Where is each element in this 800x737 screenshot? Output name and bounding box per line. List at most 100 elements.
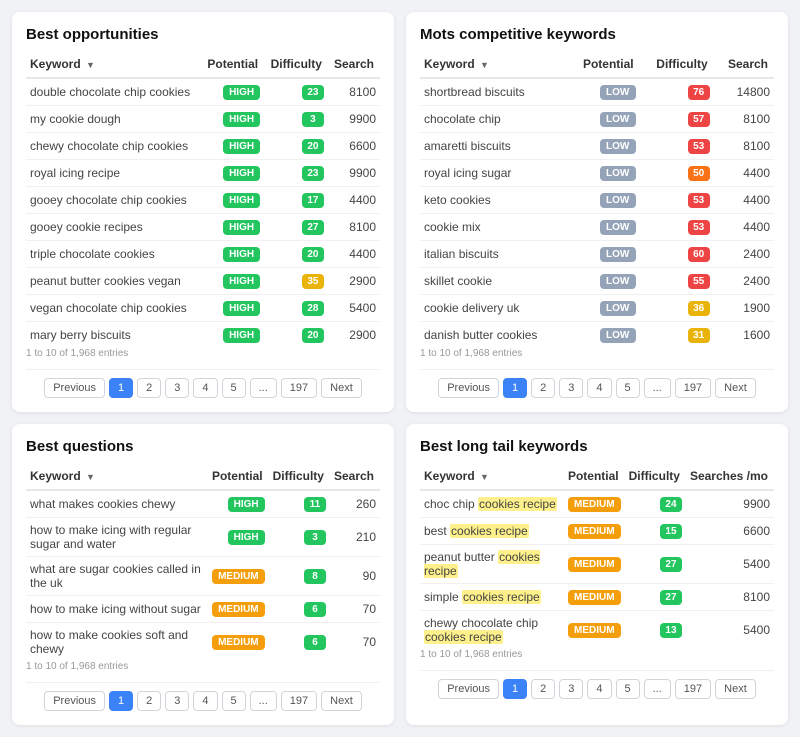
searches-cell: 8100 <box>328 78 380 106</box>
potential-cell: LOW <box>566 133 639 160</box>
searches-cell: 70 <box>330 596 380 623</box>
ellipsis-btn[interactable]: ... <box>644 679 671 699</box>
searches-cell: 90 <box>330 557 380 596</box>
data-table: Keyword ▼PotentialDifficultySearches /mo… <box>420 465 774 649</box>
page-btn-2[interactable]: 2 <box>531 378 555 398</box>
page-btn-4[interactable]: 4 <box>587 378 611 398</box>
potential-badge: MEDIUM <box>568 590 621 605</box>
page-btn-3[interactable]: 3 <box>165 691 189 711</box>
table-row: what are sugar cookies called in the ukM… <box>26 557 380 596</box>
table-row: how to make icing without sugarMEDIUM670 <box>26 596 380 623</box>
table-row: gooey cookie recipesHIGH278100 <box>26 214 380 241</box>
keyword-cell: how to make icing with regular sugar and… <box>26 518 208 557</box>
page-btn-1[interactable]: 1 <box>109 691 133 711</box>
difficulty-cell: 76 <box>640 78 714 106</box>
page-btn-197[interactable]: 197 <box>281 691 317 711</box>
potential-badge: HIGH <box>223 301 260 316</box>
keyword-cell: royal icing recipe <box>26 160 201 187</box>
potential-badge: HIGH <box>223 85 260 100</box>
col-header-potential: Potential <box>201 53 264 78</box>
difficulty-cell: 53 <box>640 187 714 214</box>
page-btn-1[interactable]: 1 <box>503 679 527 699</box>
potential-cell: HIGH <box>201 78 264 106</box>
panel-title: Mots competitive keywords <box>420 26 774 43</box>
keyword-highlight: cookies recipe <box>478 497 557 511</box>
table-row: cookie mixLOW534400 <box>420 214 774 241</box>
keyword-cell: italian biscuits <box>420 241 566 268</box>
difficulty-badge: 15 <box>660 524 682 539</box>
panel-best-questions: Best questionsKeyword ▼PotentialDifficul… <box>12 424 394 725</box>
searches-cell: 6600 <box>328 133 380 160</box>
difficulty-cell: 13 <box>625 611 686 650</box>
potential-badge: HIGH <box>223 139 260 154</box>
page-btn-197[interactable]: 197 <box>675 378 711 398</box>
pagination-info: 1 to 10 of 1,968 entries <box>26 661 380 672</box>
prev-button[interactable]: Previous <box>438 378 499 398</box>
page-btn-2[interactable]: 2 <box>531 679 555 699</box>
next-button[interactable]: Next <box>715 378 756 398</box>
difficulty-badge: 53 <box>688 139 710 154</box>
keyword-highlight: cookies recipe <box>424 630 503 644</box>
sort-icon: ▼ <box>86 60 95 70</box>
page-btn-2[interactable]: 2 <box>137 378 161 398</box>
col-header-search: Search <box>714 53 774 78</box>
page-btn-3[interactable]: 3 <box>165 378 189 398</box>
difficulty-badge: 23 <box>302 166 324 181</box>
table-row: what makes cookies chewyHIGH11260 <box>26 490 380 518</box>
keyword-cell: gooey cookie recipes <box>26 214 201 241</box>
potential-badge: LOW <box>600 220 636 235</box>
difficulty-cell: 27 <box>264 214 328 241</box>
ellipsis-btn[interactable]: ... <box>250 378 277 398</box>
searches-cell: 4400 <box>714 160 774 187</box>
difficulty-badge: 24 <box>660 497 682 512</box>
table-row: double chocolate chip cookiesHIGH238100 <box>26 78 380 106</box>
prev-button[interactable]: Previous <box>438 679 499 699</box>
potential-badge: HIGH <box>223 220 260 235</box>
col-header-potential: Potential <box>208 465 269 490</box>
page-btn-2[interactable]: 2 <box>137 691 161 711</box>
page-btn-5[interactable]: 5 <box>616 679 640 699</box>
potential-cell: MEDIUM <box>208 623 269 662</box>
page-btn-4[interactable]: 4 <box>587 679 611 699</box>
keyword-cell: peanut butter cookies vegan <box>26 268 201 295</box>
page-btn-4[interactable]: 4 <box>193 691 217 711</box>
keyword-cell: triple chocolate cookies <box>26 241 201 268</box>
difficulty-badge: 6 <box>304 635 326 650</box>
difficulty-badge: 50 <box>688 166 710 181</box>
difficulty-cell: 28 <box>264 295 328 322</box>
next-button[interactable]: Next <box>321 691 362 711</box>
page-btn-5[interactable]: 5 <box>222 378 246 398</box>
potential-cell: LOW <box>566 187 639 214</box>
difficulty-cell: 57 <box>640 106 714 133</box>
page-btn-3[interactable]: 3 <box>559 378 583 398</box>
page-btn-1[interactable]: 1 <box>109 378 133 398</box>
searches-cell: 6600 <box>686 518 774 545</box>
searches-cell: 1900 <box>714 295 774 322</box>
page-btn-5[interactable]: 5 <box>222 691 246 711</box>
next-button[interactable]: Next <box>321 378 362 398</box>
potential-badge: MEDIUM <box>568 623 621 638</box>
potential-badge: LOW <box>600 112 636 127</box>
searches-cell: 5400 <box>686 611 774 650</box>
next-button[interactable]: Next <box>715 679 756 699</box>
page-btn-3[interactable]: 3 <box>559 679 583 699</box>
page-btn-1[interactable]: 1 <box>503 378 527 398</box>
page-btn-4[interactable]: 4 <box>193 378 217 398</box>
table-row: danish butter cookiesLOW311600 <box>420 322 774 349</box>
potential-badge: HIGH <box>223 274 260 289</box>
keyword-cell: royal icing sugar <box>420 160 566 187</box>
ellipsis-btn[interactable]: ... <box>250 691 277 711</box>
keyword-cell: gooey chocolate chip cookies <box>26 187 201 214</box>
page-btn-5[interactable]: 5 <box>616 378 640 398</box>
page-btn-197[interactable]: 197 <box>281 378 317 398</box>
keyword-cell: choc chip cookies recipe <box>420 490 564 518</box>
potential-badge: LOW <box>600 274 636 289</box>
table-row: peanut butter cookies veganHIGH352900 <box>26 268 380 295</box>
page-btn-197[interactable]: 197 <box>675 679 711 699</box>
prev-button[interactable]: Previous <box>44 378 105 398</box>
panel-title: Best long tail keywords <box>420 438 774 455</box>
ellipsis-btn[interactable]: ... <box>644 378 671 398</box>
prev-button[interactable]: Previous <box>44 691 105 711</box>
keyword-cell: what are sugar cookies called in the uk <box>26 557 208 596</box>
table-row: best cookies recipeMEDIUM156600 <box>420 518 774 545</box>
